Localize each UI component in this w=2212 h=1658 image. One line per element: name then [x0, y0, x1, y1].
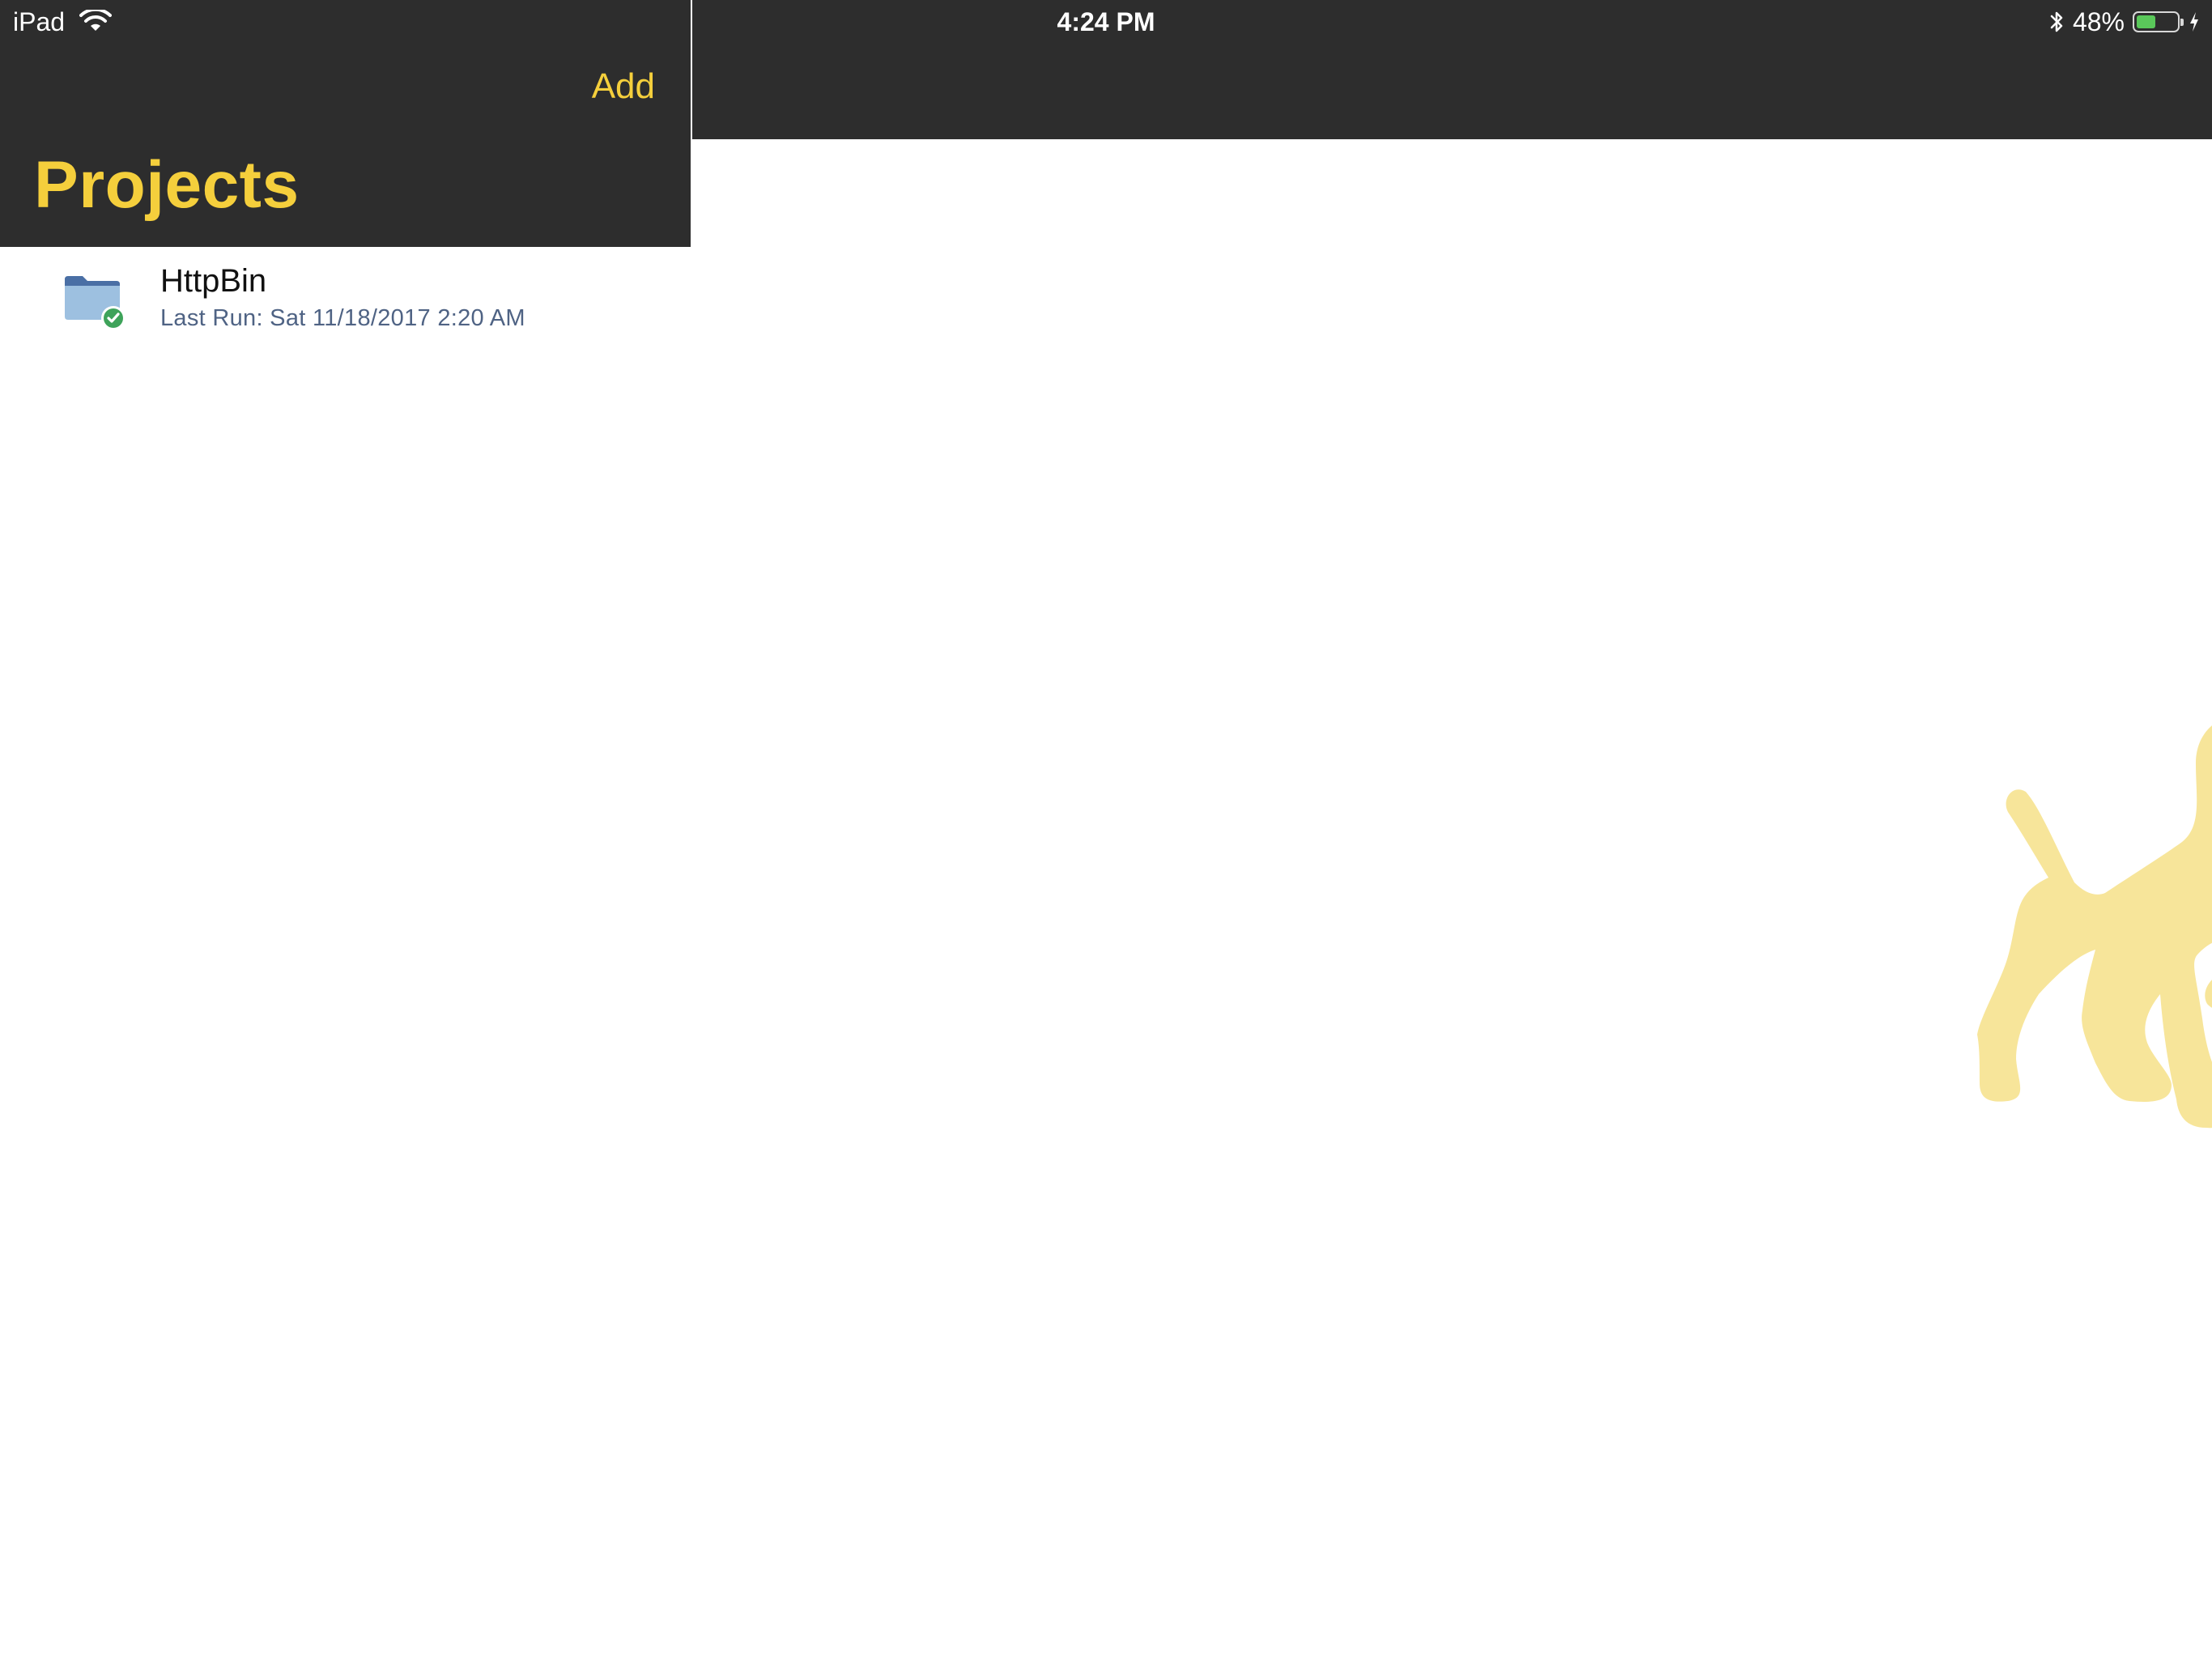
charging-bolt-icon	[2190, 12, 2198, 32]
project-list: HttpBin Last Run: Sat 11/18/2017 2:20 AM	[0, 247, 691, 352]
page-title: Projects	[34, 148, 300, 222]
project-last-run: Last Run: Sat 11/18/2017 2:20 AM	[160, 305, 525, 331]
battery-percent: 48%	[2072, 6, 2125, 36]
status-time: 4:24 PM	[1057, 7, 1155, 36]
ipad-screen: Add Projects HttpBin Last Run: Sat 11/18…	[0, 0, 2212, 1658]
detail-pane	[692, 0, 2212, 1658]
project-name: HttpBin	[160, 263, 267, 299]
battery-icon	[2133, 11, 2184, 32]
folder-check-icon	[65, 276, 125, 330]
dog-silhouette-icon	[1977, 725, 2212, 1129]
battery-cap	[2180, 19, 2184, 26]
status-bar: iPad 4:24 PM 48%	[0, 0, 2212, 44]
battery-level	[2137, 15, 2155, 28]
add-project-button[interactable]: Add	[592, 66, 655, 107]
bluetooth-icon	[2050, 11, 2063, 32]
master-pane: Add Projects HttpBin Last Run: Sat 11/18…	[0, 0, 691, 1658]
list-item-httpbin[interactable]: HttpBin Last Run: Sat 11/18/2017 2:20 AM	[0, 247, 691, 352]
